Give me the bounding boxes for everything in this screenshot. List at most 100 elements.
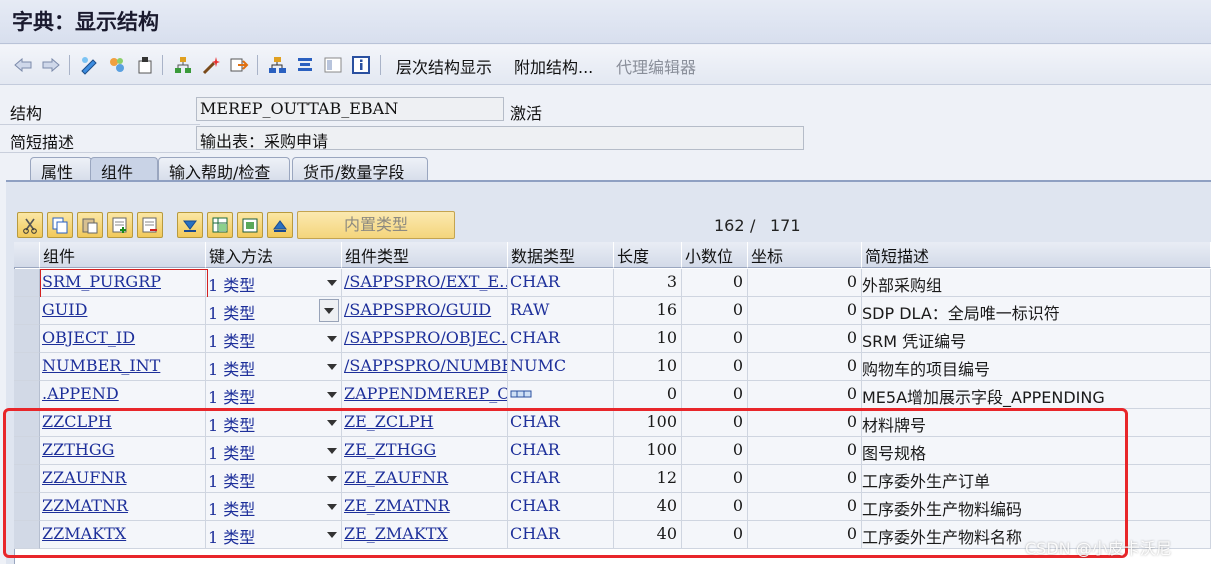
coordinate-cell[interactable]: 0 [748, 409, 862, 437]
row-selector[interactable] [14, 493, 40, 521]
row-selector[interactable] [14, 297, 40, 325]
decimals-cell[interactable]: 0 [682, 381, 748, 409]
activate-icon[interactable] [134, 54, 156, 76]
coordinate-cell[interactable]: 0 [748, 269, 862, 297]
move-up-icon[interactable] [267, 212, 293, 238]
component-type-cell[interactable]: ZE_ZMATNR [342, 493, 508, 521]
short-description-cell[interactable]: 材料牌号 [862, 409, 1211, 437]
table-row[interactable]: ZZMATNR 1 类型 ZE_ZMATNR CHAR 40 0 0 工序委外生产物料编码 [14, 493, 1211, 521]
decimals-cell[interactable]: 0 [682, 269, 748, 297]
short-description-cell[interactable]: 工序委外生产物料编码 [862, 493, 1211, 521]
data-type-cell[interactable]: NUMC [508, 353, 614, 381]
coordinate-cell[interactable]: 0 [748, 353, 862, 381]
typing-method-cell[interactable]: 1 类型 [206, 353, 342, 381]
proxy-editor-button[interactable]: 代理编辑器 [616, 54, 696, 78]
tab-input-help-check[interactable]: 输入帮助/检查 [158, 157, 290, 182]
short-description-field[interactable]: 输出表：采购申请 [196, 126, 804, 151]
component-type-cell[interactable]: ZE_ZCLPH [342, 409, 508, 437]
component-type-cell[interactable]: ZE_ZAUFNR [342, 465, 508, 493]
length-cell[interactable]: 3 [614, 269, 682, 297]
decimals-cell[interactable]: 0 [682, 493, 748, 521]
decimals-cell[interactable]: 0 [682, 353, 748, 381]
decimals-cell[interactable]: 0 [682, 465, 748, 493]
decimals-cell[interactable]: 0 [682, 325, 748, 353]
display-change-icon[interactable] [78, 54, 100, 76]
chevron-down-icon[interactable] [327, 336, 337, 342]
decimals-cell[interactable]: 0 [682, 437, 748, 465]
table-row[interactable]: OBJECT_ID 1 类型/SAPPSPRO/OBJEC… CHAR 10 0 0 SRM… [14, 325, 1211, 353]
chevron-down-icon[interactable] [327, 420, 337, 426]
tab-components[interactable]: 组件 [90, 157, 158, 182]
navigate-icon[interactable] [228, 54, 250, 76]
length-cell[interactable]: 40 [614, 493, 682, 521]
data-type-cell[interactable]: CHAR [508, 437, 614, 465]
table-row[interactable]: NUMBER_INT1 类型/SAPPSPRO/NUMBE…NUMC1000购物… [14, 353, 1211, 381]
data-type-cell[interactable]: RAW [508, 297, 614, 325]
component-name-cell[interactable]: ZZMATNR [40, 493, 206, 521]
wand-icon[interactable] [200, 54, 222, 76]
row-selector[interactable] [14, 437, 40, 465]
chevron-down-icon[interactable] [327, 280, 337, 286]
column-header-decimals[interactable]: 小数位 [682, 242, 748, 268]
row-selector[interactable] [14, 325, 40, 353]
delete-row-icon[interactable] [137, 212, 163, 238]
table-row[interactable]: ZZTHGG 1 类型 ZE_ZTHGG CHAR 100 0 0 图号规格 [14, 437, 1211, 465]
length-cell[interactable]: 10 [614, 353, 682, 381]
length-cell[interactable]: 10 [614, 325, 682, 353]
expand-table-icon[interactable] [207, 212, 233, 238]
detail-view-icon[interactable] [237, 212, 263, 238]
component-type-cell[interactable]: /SAPPSPRO/OBJEC… [342, 325, 508, 353]
length-cell[interactable]: 16 [614, 297, 682, 325]
table-row[interactable]: GUID 1 类型/SAPPSPRO/GUID RAW 16 0 0 SDP DLA：全局唯… [14, 297, 1211, 325]
forward-arrow-icon[interactable] [40, 54, 62, 76]
append-structure-button[interactable]: 附加结构... [514, 54, 593, 78]
typing-method-cell[interactable]: 1 类型 [206, 493, 342, 521]
component-name-cell[interactable]: NUMBER_INT [40, 353, 206, 381]
short-description-cell[interactable]: SRM 凭证编号 [862, 325, 1211, 353]
component-type-cell[interactable]: /SAPPSPRO/GUID [342, 297, 508, 325]
dropdown-button[interactable] [319, 299, 339, 322]
data-type-cell[interactable]: CHAR [508, 269, 614, 297]
table-row[interactable]: ZZCLPH 1 类型 ZE_ZCLPH CHAR 100 0 0 材料牌号 [14, 409, 1211, 437]
component-name-cell[interactable]: GUID [40, 297, 206, 325]
typing-method-cell[interactable]: 1 类型 [206, 381, 342, 409]
coordinate-cell[interactable]: 0 [748, 325, 862, 353]
paste-row-icon[interactable] [77, 212, 103, 238]
component-name-cell[interactable]: ZZMAKTX [40, 521, 206, 549]
chevron-down-icon[interactable] [327, 476, 337, 482]
row-selector[interactable] [14, 269, 40, 297]
length-cell[interactable]: 0 [614, 381, 682, 409]
length-cell[interactable]: 100 [614, 409, 682, 437]
short-description-cell[interactable]: 购物车的项目编号 [862, 353, 1211, 381]
other-object-icon[interactable] [106, 54, 128, 76]
row-selector[interactable] [14, 409, 40, 437]
row-selector[interactable] [14, 353, 40, 381]
column-header-typing-method[interactable]: 键入方法 [206, 242, 342, 268]
column-header-length[interactable]: 长度 [614, 242, 682, 268]
data-type-cell[interactable]: CHAR [508, 325, 614, 353]
component-type-cell[interactable]: ZE_ZTHGG [342, 437, 508, 465]
typing-method-cell[interactable]: 1 类型 [206, 409, 342, 437]
row-selector[interactable] [14, 465, 40, 493]
tab-attributes[interactable]: 属性 [30, 157, 92, 182]
coordinate-cell[interactable]: 0 [748, 437, 862, 465]
stack-icon[interactable] [294, 54, 316, 76]
component-type-cell[interactable]: /SAPPSPRO/EXT_E… [342, 269, 508, 297]
structure-name-field[interactable]: MEREP_OUTTAB_EBAN [196, 97, 504, 121]
typing-method-cell[interactable]: 1 类型 [206, 465, 342, 493]
where-used-icon[interactable] [172, 54, 194, 76]
decimals-cell[interactable]: 0 [682, 409, 748, 437]
component-name-cell[interactable]: OBJECT_ID [40, 325, 206, 353]
chevron-down-icon[interactable] [327, 364, 337, 370]
typing-method-cell[interactable]: 1 类型 [206, 269, 342, 297]
length-cell[interactable]: 100 [614, 437, 682, 465]
chevron-down-icon[interactable] [327, 448, 337, 454]
typing-method-cell[interactable]: 1 类型 [206, 297, 342, 325]
coordinate-cell[interactable]: 0 [748, 493, 862, 521]
coordinate-cell[interactable]: 0 [748, 297, 862, 325]
cut-row-icon[interactable] [17, 212, 43, 238]
back-arrow-icon[interactable] [12, 54, 34, 76]
table-row[interactable]: ZZAUFNR 1 类型 ZE_ZAUFNR CHAR 12 0 0 工序委外生产订单 [14, 465, 1211, 493]
typing-method-cell[interactable]: 1 类型 [206, 325, 342, 353]
info-icon[interactable] [350, 54, 372, 76]
